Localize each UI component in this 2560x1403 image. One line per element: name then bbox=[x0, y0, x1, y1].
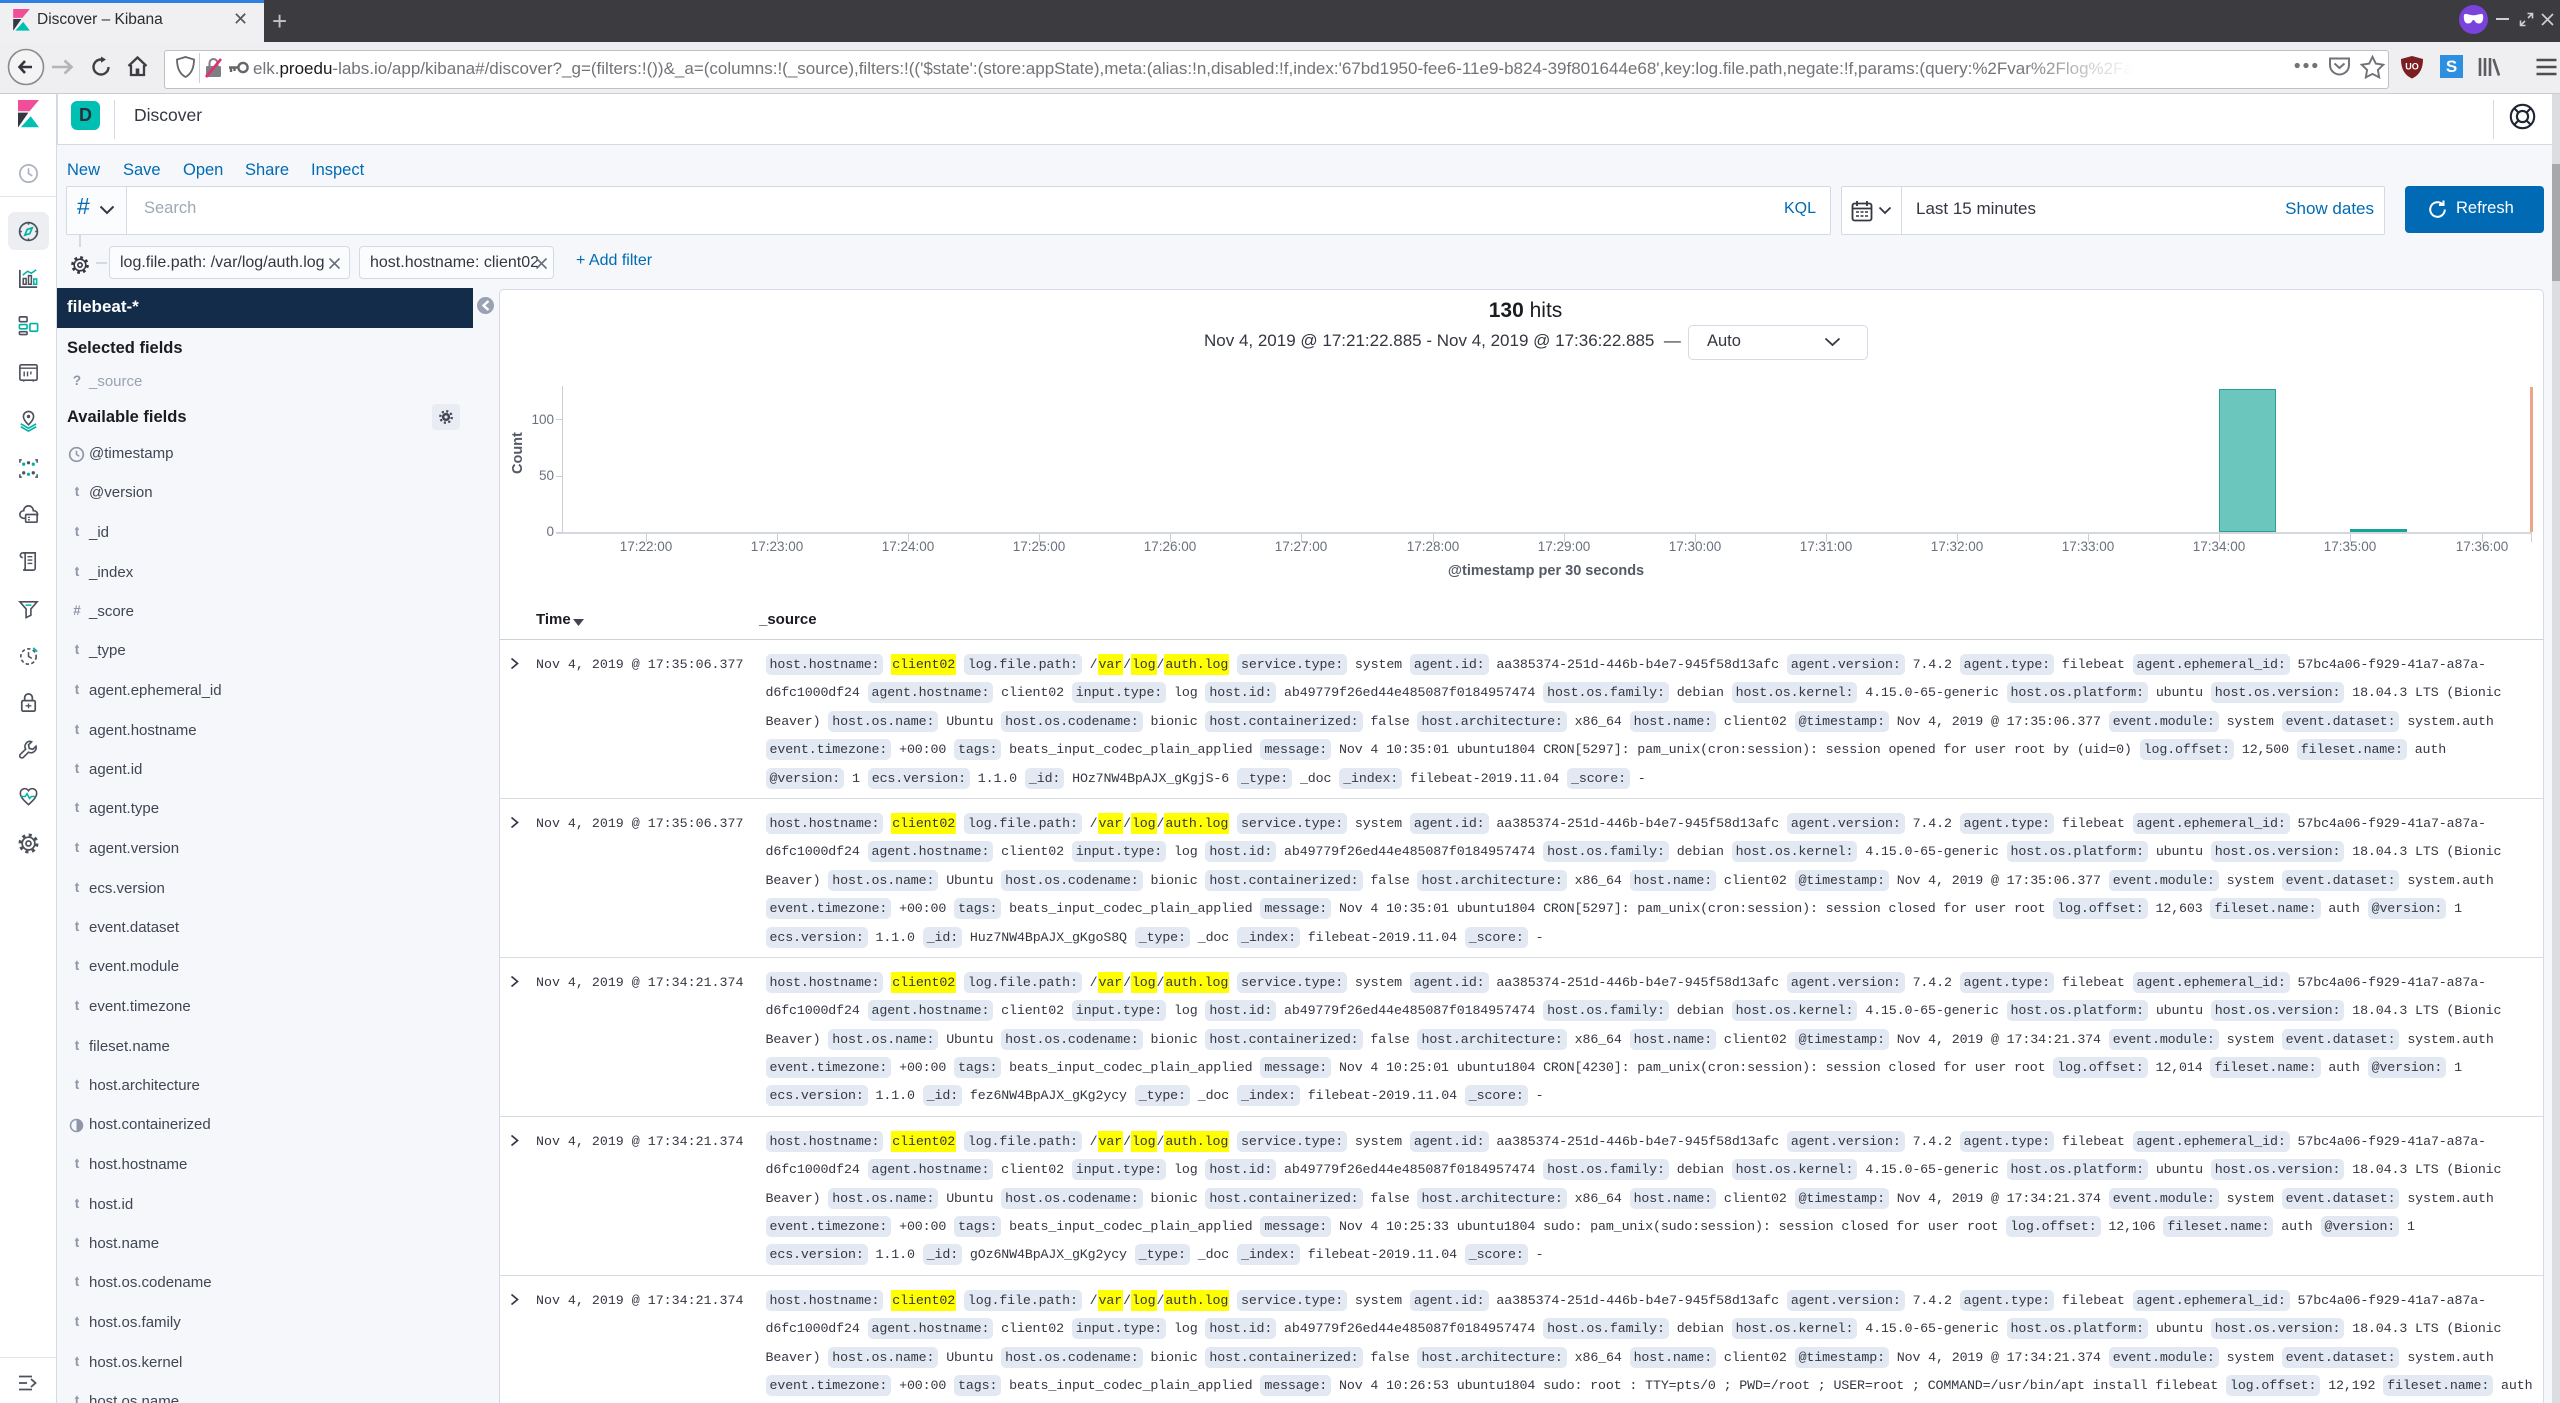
svg-text:UO: UO bbox=[2405, 62, 2419, 72]
